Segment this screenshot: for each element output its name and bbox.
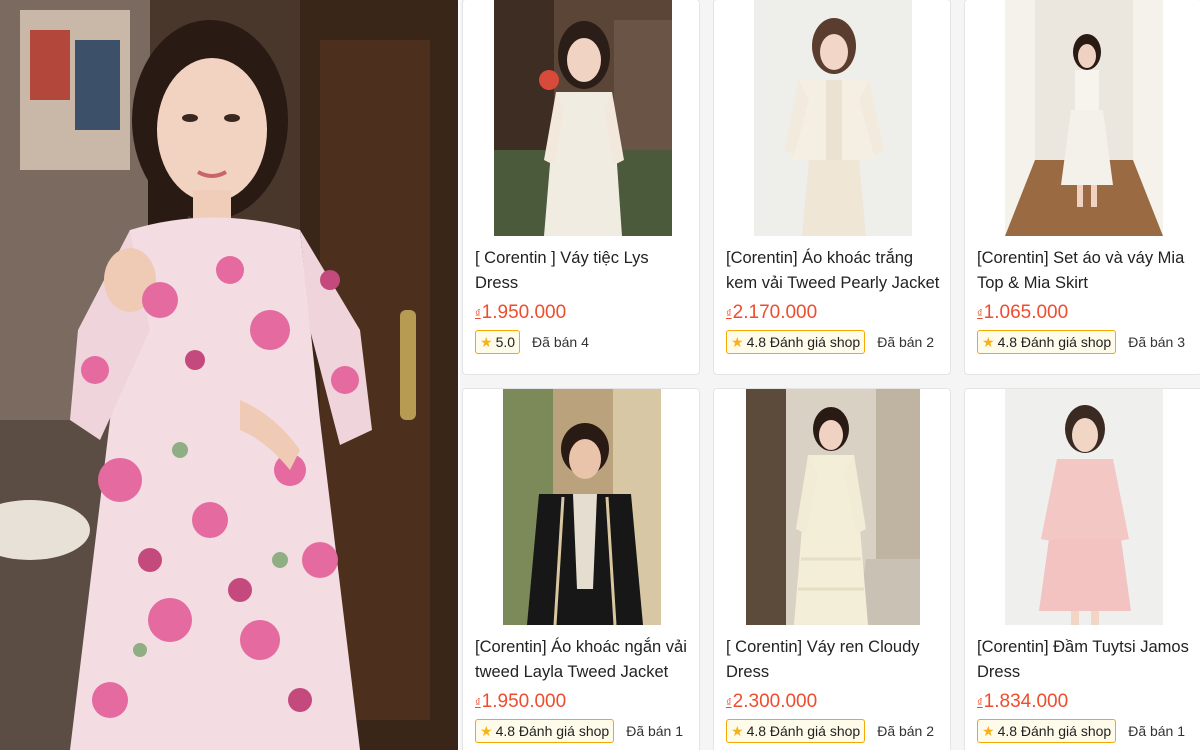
- product-card[interactable]: [Corentin] Áo khoác trắng kem vải Tweed …: [713, 0, 951, 375]
- product-card[interactable]: [Corentin] Áo khoác ngắn vải tweed Layla…: [462, 388, 700, 750]
- product-grid: [ Corentin ] Váy tiệc Lys Dress ₫1.950.0…: [460, 0, 1200, 750]
- sold-count: Đã bán 1: [1128, 723, 1186, 739]
- product-image[interactable]: [463, 0, 699, 236]
- price-value: 1.950.000: [481, 691, 567, 712]
- price-value: 2.300.000: [732, 691, 818, 712]
- sold-count: Đã bán 2: [877, 723, 935, 739]
- rating-text: 4.8 Đánh giá shop: [746, 334, 861, 350]
- product-price: ₫2.300.000: [726, 690, 817, 715]
- product-price: ₫2.170.000: [726, 301, 817, 326]
- rating-badge: ★ 4.8 Đánh giá shop: [726, 330, 866, 354]
- price-value: 1.950.000: [481, 302, 567, 323]
- product-meta: ★ 4.8 Đánh giá shop Đã bán 1: [977, 718, 1199, 744]
- star-icon: ★: [982, 333, 995, 350]
- product-image[interactable]: [965, 0, 1200, 236]
- product-title[interactable]: [ Corentin] Váy ren Cloudy Dress: [726, 635, 940, 685]
- star-icon: ★: [731, 333, 744, 350]
- product-meta: ★ 4.8 Đánh giá shop Đã bán 2: [726, 329, 948, 355]
- currency-symbol: ₫: [977, 308, 983, 320]
- sold-count: Đã bán 3: [1128, 334, 1186, 350]
- product-title[interactable]: [ Corentin ] Váy tiệc Lys Dress: [475, 246, 689, 296]
- sold-count: Đã bán 1: [626, 723, 684, 739]
- rating-badge: ★ 4.8 Đánh giá shop: [726, 719, 866, 743]
- rating-badge: ★ 5.0: [475, 330, 521, 354]
- product-meta: ★ 4.8 Đánh giá shop Đã bán 2: [726, 718, 948, 744]
- product-image[interactable]: [463, 389, 699, 625]
- currency-symbol: ₫: [977, 697, 983, 709]
- rating-text: 4.8 Đánh giá shop: [997, 334, 1112, 350]
- currency-symbol: ₫: [726, 697, 732, 709]
- product-image[interactable]: [714, 389, 950, 625]
- rating-text: 4.8 Đánh giá shop: [495, 723, 610, 739]
- product-meta: ★ 4.8 Đánh giá shop Đã bán 1: [475, 718, 697, 744]
- rating-text: 4.8 Đánh giá shop: [746, 723, 861, 739]
- star-icon: ★: [982, 722, 995, 739]
- rating-badge: ★ 4.8 Đánh giá shop: [977, 719, 1117, 743]
- product-title[interactable]: [Corentin] Đầm Tuytsi Jamos Dress: [977, 635, 1191, 685]
- product-meta: ★ 5.0 Đã bán 4: [475, 329, 697, 355]
- product-title[interactable]: [Corentin] Áo khoác trắng kem vải Tweed …: [726, 246, 940, 296]
- product-title[interactable]: [Corentin] Set áo và váy Mia Top & Mia S…: [977, 246, 1191, 296]
- rating-text: 4.8 Đánh giá shop: [997, 723, 1112, 739]
- currency-symbol: ₫: [475, 308, 481, 320]
- rating-badge: ★ 4.8 Đánh giá shop: [475, 719, 615, 743]
- product-image[interactable]: [965, 389, 1200, 625]
- hero-photo: [0, 0, 458, 750]
- price-value: 1.065.000: [983, 302, 1069, 323]
- price-value: 1.834.000: [983, 691, 1069, 712]
- product-photo: [754, 0, 912, 236]
- product-photo: [494, 0, 672, 236]
- sold-count: Đã bán 4: [532, 334, 589, 350]
- product-price: ₫1.834.000: [977, 690, 1068, 715]
- star-icon: ★: [480, 722, 493, 739]
- product-photo: [1005, 389, 1163, 625]
- product-meta: ★ 4.8 Đánh giá shop Đã bán 3: [977, 329, 1199, 355]
- currency-symbol: ₫: [726, 308, 732, 320]
- product-photo: [746, 389, 920, 625]
- product-price: ₫1.950.000: [475, 301, 566, 326]
- product-price: ₫1.065.000: [977, 301, 1068, 326]
- sold-count: Đã bán 2: [877, 334, 935, 350]
- star-icon: ★: [480, 333, 493, 350]
- product-photo: [503, 389, 661, 625]
- product-card[interactable]: [ Corentin] Váy ren Cloudy Dress ₫2.300.…: [713, 388, 951, 750]
- product-price: ₫1.950.000: [475, 690, 566, 715]
- product-title[interactable]: [Corentin] Áo khoác ngắn vải tweed Layla…: [475, 635, 689, 685]
- product-image[interactable]: [714, 0, 950, 236]
- hero-banner-image[interactable]: [0, 0, 458, 750]
- product-card[interactable]: [Corentin] Set áo và váy Mia Top & Mia S…: [964, 0, 1200, 375]
- currency-symbol: ₫: [475, 697, 481, 709]
- product-card[interactable]: [Corentin] Đầm Tuytsi Jamos Dress ₫1.834…: [964, 388, 1200, 750]
- star-icon: ★: [731, 722, 744, 739]
- product-card[interactable]: [ Corentin ] Váy tiệc Lys Dress ₫1.950.0…: [462, 0, 700, 375]
- price-value: 2.170.000: [732, 302, 818, 323]
- rating-text: 5.0: [495, 334, 516, 350]
- product-photo: [1005, 0, 1163, 236]
- rating-badge: ★ 4.8 Đánh giá shop: [977, 330, 1117, 354]
